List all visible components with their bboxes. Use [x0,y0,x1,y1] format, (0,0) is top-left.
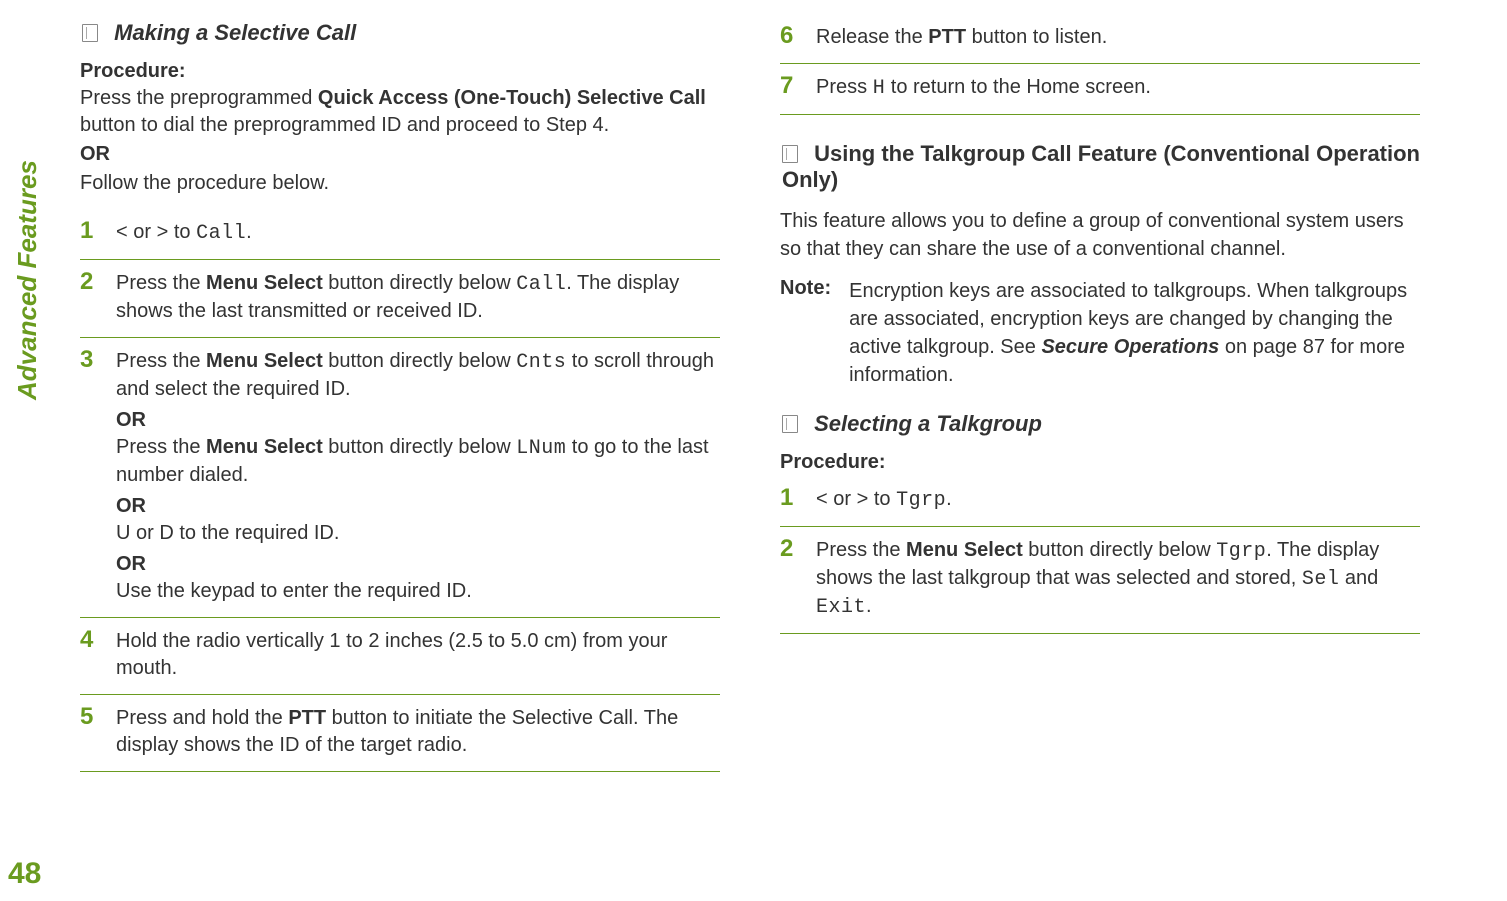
text-run: and [1339,567,1378,589]
text-run: button directly below [323,436,516,458]
text-bold: Menu Select [206,272,323,294]
text-run: Press and hold the [116,707,288,729]
intro-paragraph: Press the preprogrammed Quick Access (On… [80,85,720,139]
step-number: 2 [80,266,108,298]
steps-list: 1 < or > to Call. 2 Press the Menu Selec… [80,209,720,772]
heading-text: Using the Talkgroup Call Feature (Conven… [782,141,1420,192]
step-number: 7 [780,70,808,102]
step-item: 1 < or > to Call. [80,209,720,260]
step-item: 1 < or > to Tgrp. [780,476,1420,527]
text-bold: Menu Select [906,539,1023,561]
book-icon [782,415,798,433]
heading-text: Selecting a Talkgroup [814,411,1042,436]
section-heading-selective-call: Making a Selective Call [82,20,720,46]
text-run: Use the keypad to enter the required ID. [116,580,472,602]
or-separator: OR [116,493,720,520]
step-number: 3 [80,344,108,376]
or-separator: OR [116,407,720,434]
ui-label: LNum [516,437,566,460]
text-run: button directly below [323,350,516,372]
text-run: Release the [816,26,928,48]
text-run: button directly below [323,272,516,294]
text-run: button to listen. [966,26,1107,48]
book-icon [782,145,798,163]
book-icon [82,24,98,42]
right-column: 6 Release the PTT button to listen. 7 Pr… [780,10,1420,891]
step-item: 7 Press H to return to the Home screen. [780,64,1420,115]
step-number: 1 [80,215,108,247]
step-item: 3 Press the Menu Select button directly … [80,338,720,618]
text-run: U or D to the required ID. [116,522,339,544]
procedure-label: Procedure: [80,60,720,83]
text-run: Press [816,76,873,98]
note-block: Note: Encryption keys are associated to … [780,277,1420,389]
text-bold: PTT [288,707,326,729]
text-run: to return to the Home screen. [885,76,1151,98]
ui-label: Tgrp [1216,540,1266,563]
text-run: < or > to [816,488,896,510]
text-run: Press the [816,539,906,561]
step-number: 1 [780,482,808,514]
ui-label: Sel [1302,568,1340,591]
text-bold: Menu Select [206,436,323,458]
text-run: Press the [116,436,206,458]
heading-text: Making a Selective Call [114,20,356,45]
text-run: Hold the radio vertically 1 to 2 inches … [116,630,667,679]
ui-label: Tgrp [896,489,946,512]
text-bold: PTT [928,26,966,48]
side-chapter-label: Advanced Features [12,160,43,400]
step-item: 2 Press the Menu Select button directly … [780,527,1420,634]
section-heading-selecting-talkgroup: Selecting a Talkgroup [782,411,1420,437]
step-item: 5 Press and hold the PTT button to initi… [80,695,720,772]
step-item: 6 Release the PTT button to listen. [780,14,1420,64]
step-item: 2 Press the Menu Select button directly … [80,260,720,338]
page-content: Making a Selective Call Procedure: Press… [0,0,1507,901]
text-bold-italic: Secure Operations [1041,336,1219,358]
step-number: 5 [80,701,108,733]
text-run: . [946,488,952,510]
text-run: button directly below [1023,539,1216,561]
step-number: 2 [780,533,808,565]
text-run: Press the [116,272,206,294]
text-run: button to dial the preprogrammed ID and … [80,114,609,136]
or-separator: OR [116,551,720,578]
ui-label: Call [516,273,566,296]
text-run: Press the [116,350,206,372]
step-number: 6 [780,20,808,52]
procedure-label: Procedure: [780,451,1420,474]
text-bold: Menu Select [206,350,323,372]
text-run: < or > to [116,221,196,243]
section-heading-talkgroup-feature: Using the Talkgroup Call Feature (Conven… [782,141,1420,193]
note-label: Note: [780,277,831,389]
text-run: Press the preprogrammed [80,87,318,109]
step-item: 4 Hold the radio vertically 1 to 2 inche… [80,618,720,695]
or-separator: OR [80,141,720,168]
ui-label: Exit [816,596,866,619]
follow-text: Follow the procedure below. [80,170,720,197]
left-column: Making a Selective Call Procedure: Press… [80,10,720,891]
steps-list-continued: 6 Release the PTT button to listen. 7 Pr… [780,14,1420,115]
step-number: 4 [80,624,108,656]
note-body: Encryption keys are associated to talkgr… [849,277,1420,389]
text-run: . [246,221,252,243]
ui-label: Call [196,222,246,245]
steps-list-talkgroup: 1 < or > to Tgrp. 2 Press the Menu Selec… [780,476,1420,634]
ui-label: Cnts [516,351,566,374]
page-number: 48 [8,857,41,891]
ui-label: H [873,77,886,100]
intro-paragraph: This feature allows you to define a grou… [780,207,1420,263]
text-bold: Quick Access (One-Touch) Selective Call [318,87,706,109]
text-run: . [866,595,872,617]
